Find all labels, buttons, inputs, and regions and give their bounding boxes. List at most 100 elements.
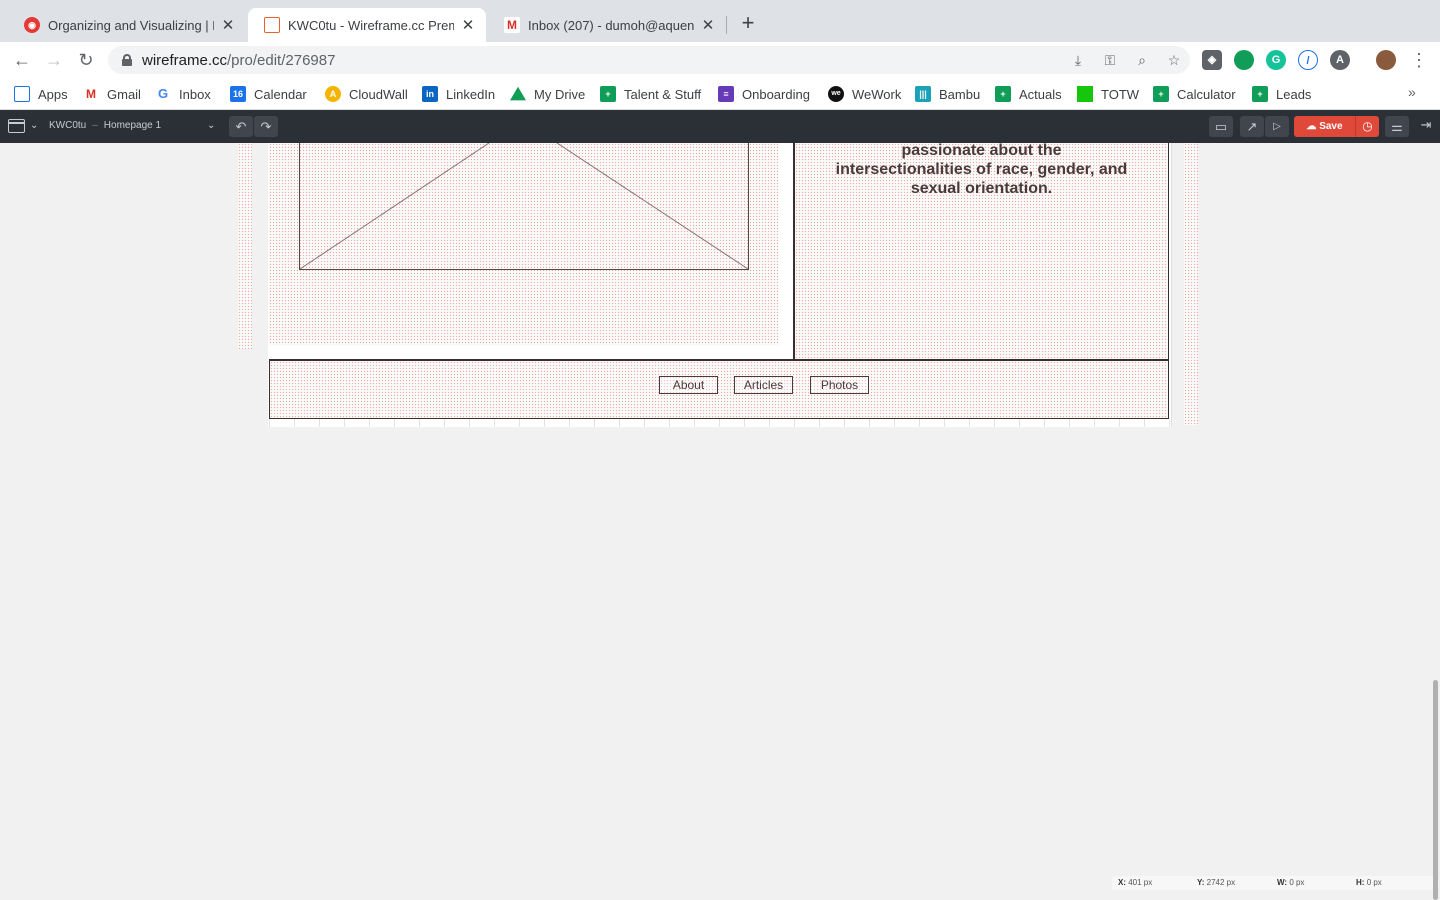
bookmark-label: WeWork <box>852 86 902 102</box>
tab-title: KWC0tu - Wireframe.cc Premiu <box>288 17 454 33</box>
feather-extension-icon[interactable]: / <box>1298 50 1318 70</box>
sheets-icon: + <box>600 86 616 102</box>
reload-icon[interactable]: ↻ <box>74 48 98 72</box>
bookmark-label: LinkedIn <box>446 86 496 102</box>
save-label: Save <box>1319 121 1343 132</box>
bookmark-wework[interactable]: we WeWork <box>828 84 901 104</box>
redo-icon[interactable]: ↷ <box>254 116 278 137</box>
grammarly-icon[interactable]: G <box>1266 50 1286 70</box>
bookmark-label: Actuals <box>1019 86 1062 102</box>
gmail-icon: M <box>83 86 99 102</box>
page-name[interactable]: Homepage 1 <box>104 120 161 131</box>
exit-icon[interactable]: ⇥ <box>1416 117 1436 137</box>
browser-toolbar: ← → ↻ wireframe.cc/pro/edit/276987 ⤓ ⚿ ⌕… <box>0 42 1440 78</box>
tab-title: Organizing and Visualizing | HT <box>48 17 214 33</box>
bookmark-onboarding[interactable]: ≡ Onboarding <box>718 84 810 104</box>
apps-grid-icon <box>14 86 30 102</box>
vertical-scrollbar[interactable] <box>1433 680 1438 900</box>
page-ruler <box>269 419 1171 427</box>
tab-wireframe[interactable]: KWC0tu - Wireframe.cc Premiu ✕ <box>248 8 486 42</box>
tab-separator <box>726 16 727 34</box>
image-placeholder-cross-icon <box>299 143 749 270</box>
bio-text[interactable]: passionate about the intersectionalities… <box>795 143 1168 198</box>
wireframe-canvas[interactable]: passionate about the intersectionalities… <box>0 143 1440 900</box>
share-icon[interactable]: ↗ <box>1240 116 1264 137</box>
google-icon: G <box>155 86 171 102</box>
footer-link-photos[interactable]: Photos <box>810 376 869 394</box>
pages-icon[interactable] <box>8 119 25 133</box>
bookmark-gmail[interactable]: M Gmail <box>83 84 141 104</box>
undo-icon[interactable]: ↶ <box>229 116 253 137</box>
breadcrumb-separator: – <box>92 120 98 131</box>
bookmark-label: My Drive <box>534 86 586 102</box>
linkedin-icon: in <box>422 86 438 102</box>
tab-organizing[interactable]: ◉ Organizing and Visualizing | HT ✕ <box>8 8 246 42</box>
bookmark-bambu[interactable]: ||| Bambu <box>915 84 980 104</box>
bookmark-talent[interactable]: + Talent & Stuff <box>600 84 701 104</box>
x-label: X: <box>1118 878 1126 887</box>
canvas-margin-strip <box>1184 143 1198 425</box>
back-icon[interactable]: ← <box>10 48 34 72</box>
bookmark-label: Calculator <box>1177 86 1236 102</box>
h-label: H: <box>1356 878 1365 887</box>
bookmark-totw[interactable]: TOTW <box>1077 84 1139 104</box>
sheets-icon: + <box>995 86 1011 102</box>
forward-icon[interactable]: → <box>42 48 66 72</box>
tab-inbox[interactable]: M Inbox (207) - dumoh@aquent.c ✕ <box>488 8 726 42</box>
w-value: 0 px <box>1289 878 1305 887</box>
chevron-double-right-icon[interactable]: » <box>1408 84 1416 100</box>
document-breadcrumb: KWC0tu – Homepage 1 <box>49 120 161 131</box>
bookmark-leads[interactable]: + Leads <box>1252 84 1311 104</box>
shield-extension-icon[interactable]: ◈ <box>1202 50 1222 70</box>
sheets-icon: + <box>1153 86 1169 102</box>
a-extension-icon[interactable]: A <box>1330 50 1350 70</box>
url-text[interactable]: wireframe.cc/pro/edit/276987 <box>142 52 335 69</box>
url-path: /pro/edit/276987 <box>227 51 336 69</box>
key-icon[interactable]: ⚿ <box>1100 50 1120 70</box>
content-right-block[interactable]: passionate about the intersectionalities… <box>793 143 1169 360</box>
menu-dots-icon[interactable]: ⋮ <box>1410 48 1428 72</box>
gmail-icon: M <box>504 17 520 33</box>
bookmark-actuals[interactable]: + Actuals <box>995 84 1062 104</box>
download-icon[interactable]: ⤓ <box>1068 50 1088 70</box>
history-icon[interactable]: ◷ <box>1355 116 1379 137</box>
y-value: 2742 px <box>1206 878 1236 887</box>
comment-icon[interactable]: ▭ <box>1209 116 1233 137</box>
app-toolbar: ⌄ KWC0tu – Homepage 1 ⌄ ↶ ↷ ▭ ↗ ▷ ☁ Save ◷… <box>0 110 1440 143</box>
bookmark-label: Inbox <box>179 86 211 102</box>
bookmark-calculator[interactable]: + Calculator <box>1153 84 1236 104</box>
close-icon[interactable]: ✕ <box>220 16 236 34</box>
project-name[interactable]: KWC0tu <box>49 120 86 131</box>
red-circle-icon: ◉ <box>24 17 40 33</box>
bookmark-apps[interactable]: Apps <box>14 84 68 104</box>
bookmark-cloudwall[interactable]: A CloudWall <box>325 84 408 104</box>
bookmark-calendar[interactable]: 16 Calendar <box>230 84 307 104</box>
save-button[interactable]: ☁ Save <box>1294 116 1355 137</box>
w-label: W: <box>1277 878 1288 887</box>
page-select-chevron-icon[interactable]: ⌄ <box>207 120 215 131</box>
address-bar[interactable]: wireframe.cc/pro/edit/276987 ⤓ ⚿ ⌕ ☆ <box>108 46 1190 74</box>
bookmark-linkedin[interactable]: in LinkedIn <box>422 84 495 104</box>
totw-icon <box>1077 86 1093 102</box>
image-placeholder[interactable] <box>299 143 749 270</box>
zoom-icon[interactable]: ⌕ <box>1132 50 1152 70</box>
close-icon[interactable]: ✕ <box>460 16 476 34</box>
footer-nav[interactable]: About Articles Photos <box>269 359 1169 419</box>
close-icon[interactable]: ✕ <box>700 16 716 34</box>
bookmark-inbox[interactable]: G Inbox <box>155 84 211 104</box>
chevron-down-icon[interactable]: ⌄ <box>30 120 38 131</box>
footer-link-about[interactable]: About <box>659 376 718 394</box>
green-extension-icon[interactable] <box>1234 50 1254 70</box>
y-label: Y: <box>1197 878 1205 887</box>
avatar[interactable] <box>1376 50 1396 70</box>
position-readout: X: 401 px Y: 2742 px W: 0 px H: 0 px <box>1112 876 1434 890</box>
x-value: 401 px <box>1128 878 1153 887</box>
new-tab-button[interactable]: + <box>736 12 760 36</box>
footer-link-articles[interactable]: Articles <box>734 376 793 394</box>
star-icon[interactable]: ☆ <box>1164 50 1184 70</box>
settings-sliders-icon[interactable]: ⚌ <box>1385 116 1409 137</box>
canvas-margin-strip <box>238 143 252 349</box>
bookmark-drive[interactable]: My Drive <box>510 84 585 104</box>
bookmark-label: Bambu <box>939 86 981 102</box>
play-icon[interactable]: ▷ <box>1265 116 1289 137</box>
